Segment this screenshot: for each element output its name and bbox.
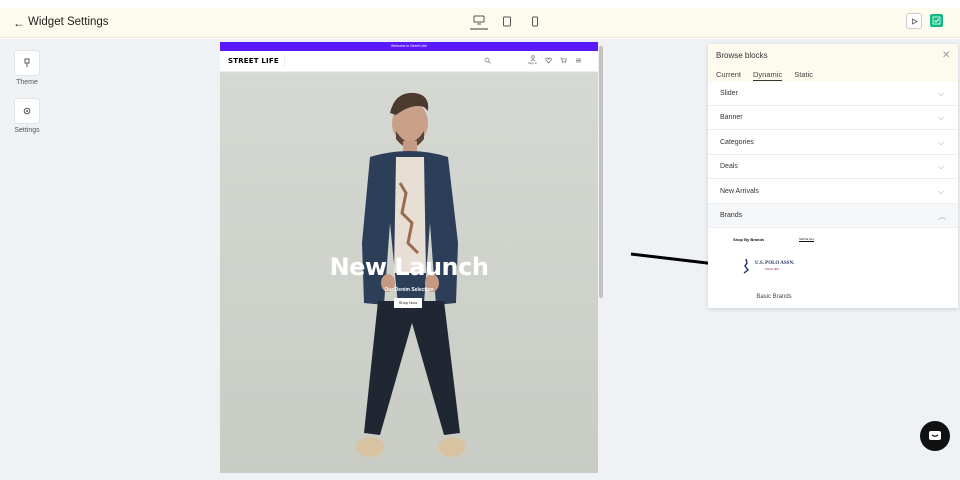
chevron-down-icon: ⌵ [938,113,945,122]
preview-scroll-thumb[interactable] [599,46,603,298]
tab-dynamic[interactable]: Dynamic [753,70,783,81]
accordion-label: Banner [720,114,743,121]
mobile-icon[interactable] [526,12,544,30]
brand-logo-text: U.S. POLO ASSN. [755,261,795,266]
close-icon[interactable]: ✕ [942,50,950,61]
accordion-categories[interactable]: Categories ⌵ [708,131,958,155]
accordion-banner[interactable]: Banner ⌵ [708,106,958,130]
device-switcher [470,12,544,30]
shop-now-button[interactable]: Shop Now [394,298,422,308]
chat-support-button[interactable] [920,421,950,451]
store-navbar: STREET LIFE Sign in [220,51,598,72]
block-caption: Basic Brands [756,294,792,300]
announcement-bar: Welcome to Street Life! [220,42,598,51]
accordion-label: Deals [720,163,738,170]
chevron-down-icon: ⌵ [938,187,945,196]
save-check-button[interactable] [930,14,943,27]
preview-scrollbar[interactable] [598,42,604,473]
chevron-down-icon: ⌵ [938,138,945,147]
store-logo[interactable]: STREET LIFE [228,57,279,65]
chat-icon [929,431,941,440]
browse-blocks-panel: Browse blocks ✕ Current Dynamic Static S… [708,44,958,308]
page-title: Widget Settings [28,16,109,28]
panel-header: Browse blocks ✕ Current Dynamic Static [708,44,958,82]
accordion-label: Brands [720,212,743,219]
hero-banner[interactable]: New Launch Our Denim Selection Shop Now [220,73,598,473]
accordion-label: New Arrivals [720,188,759,195]
basic-brands-block[interactable]: Shop By Brands SHOW ALL U.S. POLO ASSN. … [730,234,820,288]
accordion-label: Categories [720,139,754,146]
desktop-icon[interactable] [470,12,488,30]
brand-logo-since: SINCE 1890 [765,268,779,271]
theme-tool-button[interactable] [14,50,40,76]
sign-in-link[interactable]: Sign in [528,55,537,65]
chevron-down-icon: ⌵ [938,162,945,171]
sign-in-label: Sign in [528,61,538,65]
polo-player-logo [743,258,749,274]
settings-tool-button[interactable] [14,98,40,124]
preview-play-button[interactable] [906,13,922,29]
store-preview: Welcome to Street Life! STREET LIFE Sign… [220,42,598,473]
accordion-new-arrivals[interactable]: New Arrivals ⌵ [708,180,958,204]
theme-tool-label: Theme [16,79,38,86]
chevron-down-icon: ⌵ [938,89,945,98]
paint-brush-icon [24,58,30,67]
gear-icon [23,107,31,115]
accordion-slider[interactable]: Slider ⌵ [708,82,958,106]
tablet-icon[interactable] [498,12,516,30]
panel-title: Browse blocks [716,51,768,60]
accordion-label: Slider [720,90,738,97]
heart-icon[interactable] [545,57,552,64]
menu-icon[interactable] [575,57,582,64]
brand-card-heading: Shop By Brands [733,237,765,242]
chevron-up-icon: ︿ [938,212,946,221]
brand-card-show-all: SHOW ALL [799,237,815,242]
tab-current[interactable]: Current [716,70,741,81]
store-search-input[interactable] [284,54,494,68]
back-arrow-icon[interactable]: ← [13,16,25,30]
store-nav-icons: Sign in [528,55,582,65]
panel-tabs: Current Dynamic Static [716,70,813,81]
top-bar: ← Widget Settings [0,8,960,38]
accordion-brands[interactable]: Brands ︿ [708,204,958,228]
search-icon [484,57,491,64]
accordion-deals[interactable]: Deals ⌵ [708,155,958,179]
settings-tool-label: Settings [14,127,40,134]
tab-static[interactable]: Static [794,70,813,81]
hero-subtitle: Our Denim Selection [384,287,434,293]
cart-icon[interactable] [560,57,567,64]
hero-title: New Launch [329,253,489,281]
